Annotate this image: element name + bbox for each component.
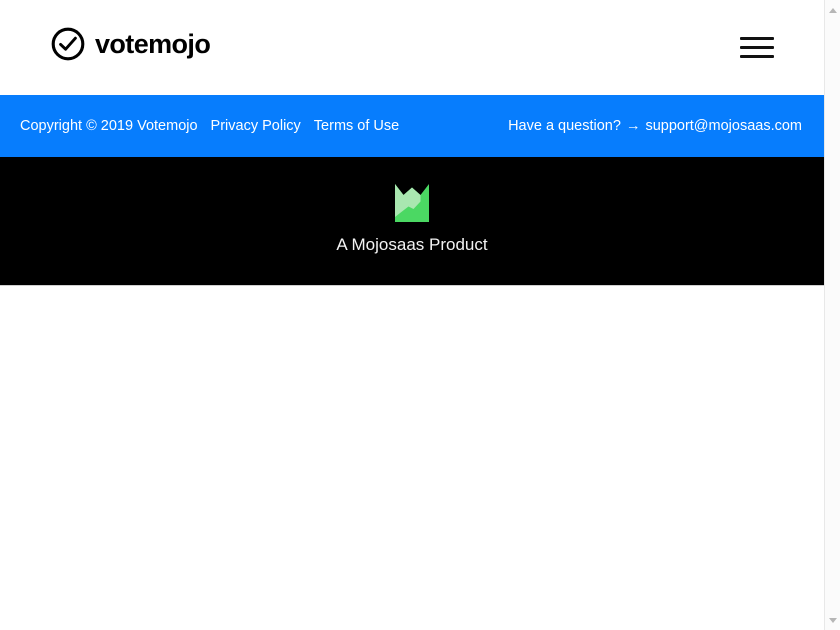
empty-content-area: [0, 286, 824, 630]
support-prompt-text: Have a question?: [508, 117, 621, 134]
terms-of-use-link[interactable]: Terms of Use: [314, 119, 399, 134]
brand-wordmark: votemojo: [95, 28, 211, 59]
right-arrow-icon: →: [625, 117, 641, 134]
page-root: votemojo Copyright © 2019 Votemojo Priva…: [0, 0, 840, 630]
scroll-up-arrow-glyph: [828, 7, 837, 13]
hamburger-bar-middle: [740, 45, 774, 49]
page-viewport: votemojo Copyright © 2019 Votemojo Priva…: [0, 0, 824, 630]
privacy-policy-link[interactable]: Privacy Policy: [211, 119, 301, 134]
legal-bar-right-group: Have a question? → support@mojosaas.com: [508, 95, 802, 157]
legal-bar: Copyright © 2019 Votemojo Privacy Policy…: [0, 95, 824, 157]
brand-logo-link[interactable]: votemojo: [50, 26, 211, 62]
support-email-link[interactable]: support@mojosaas.com: [645, 119, 802, 134]
support-contact: Have a question? → support@mojosaas.com: [508, 119, 802, 134]
check-circle-icon: [50, 26, 86, 62]
scroll-down-arrow-icon[interactable]: [825, 612, 840, 628]
copyright-text: Copyright © 2019 Votemojo: [20, 117, 198, 134]
hamburger-bar-top: [740, 36, 774, 40]
legal-bar-left-group: Copyright © 2019 Votemojo Privacy Policy…: [20, 95, 399, 157]
site-header: votemojo: [0, 0, 824, 95]
scroll-down-arrow-glyph: [828, 617, 837, 623]
hamburger-bar-bottom: [740, 54, 774, 58]
product-attribution-label: A Mojosaas Product: [336, 235, 488, 254]
vertical-scrollbar[interactable]: [824, 0, 840, 630]
product-footer: A Mojosaas Product: [0, 157, 824, 286]
scroll-up-arrow-icon[interactable]: [825, 2, 840, 18]
hamburger-menu-icon[interactable]: [739, 30, 775, 64]
mojosaas-m-logo-icon: [395, 184, 429, 222]
